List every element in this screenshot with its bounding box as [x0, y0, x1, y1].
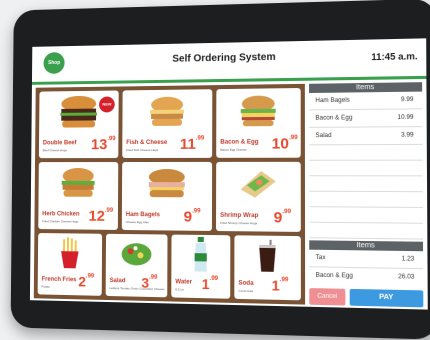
item-price: 13.99 — [90, 136, 116, 154]
water-bottle-icon — [194, 236, 207, 272]
fish-burger-icon — [150, 96, 185, 126]
new-badge: NEW — [99, 96, 115, 113]
app-header: Shop Self Ordering System 11:45 a.m. — [31, 38, 427, 85]
tablet-frame: Shop Self Ordering System 11:45 a.m. NEW… — [10, 0, 430, 340]
order-line[interactable]: Bacon & Egg 10.99 — [309, 109, 423, 128]
item-name: Water — [175, 279, 192, 286]
item-price: 9.99 — [273, 209, 292, 227]
item-price: 1.99 — [271, 276, 289, 294]
total-row: Bacon & Egg 26.03 — [309, 267, 423, 286]
menu-item-fish-cheese[interactable]: Fish & Cheese Fried Fish Cheese Hugs 11.… — [122, 89, 213, 159]
page-title: Self Ordering System — [172, 51, 276, 65]
menu-item-water[interactable]: Water 0.5 Ltr 1.99 — [171, 234, 231, 299]
fries-icon — [60, 237, 79, 269]
tax-label: Tax — [315, 254, 326, 262]
item-desc: Fried Chicken Cheese Hugs — [42, 219, 79, 224]
tax-value: 1.23 — [401, 256, 415, 263]
empty-order-line — [309, 144, 423, 161]
item-price: 11.99 — [179, 135, 205, 153]
empty-order-line — [309, 222, 423, 240]
order-panel: Items Ham Bagels 9.99 Bacon & Egg 10.99 … — [309, 82, 424, 308]
item-name: Double Beef — [42, 140, 77, 147]
item-price: 12.99 — [88, 207, 114, 225]
menu-item-shrimp-wrap[interactable]: Shrimp Wrap Fried Shrimp Cheese Hugs 9.9… — [216, 161, 301, 232]
order-line[interactable]: Ham Bagels 9.99 — [309, 91, 423, 111]
tax-row: Tax 1.23 — [309, 249, 424, 270]
item-name: Herb Chicken — [42, 211, 80, 218]
item-desc: Fried Fish Cheese Hugs — [126, 147, 159, 153]
order-item-name: Bacon & Egg — [315, 115, 353, 122]
item-name: Bacon & Egg — [220, 139, 259, 146]
item-desc: Cheese Egg Ham — [125, 220, 150, 225]
item-name: Fish & Cheese — [126, 139, 168, 147]
menu-item-soda[interactable]: Soda Coca Cola 1.99 — [234, 235, 301, 301]
clock: 11:45 a.m. — [371, 50, 418, 63]
item-desc: 0.5 Ltr — [175, 287, 184, 292]
order-item-price: 10.99 — [397, 114, 414, 122]
order-item-name: Ham Bagels — [315, 97, 350, 105]
sandwich-icon — [240, 95, 276, 127]
menu-item-salad[interactable]: Salad Lettuce Tomato Onion Cucumber Chee… — [105, 233, 168, 298]
item-name: French Fries — [41, 276, 77, 284]
pay-button[interactable]: PAY — [349, 288, 424, 308]
total-value: 26.03 — [398, 274, 415, 281]
empty-order-line — [309, 160, 423, 177]
menu-item-double-beef[interactable]: NEW Double Beef Beef Cheese Hugs 13.99 — [38, 90, 119, 159]
empty-order-line — [309, 207, 423, 224]
item-price: 1.99 — [201, 275, 219, 293]
item-price: 10.99 — [271, 135, 298, 153]
empty-order-line — [309, 191, 423, 208]
menu-item-herb-chicken[interactable]: Herb Chicken Fried Chicken Cheese Hugs 1… — [38, 162, 119, 230]
cancel-button[interactable]: Cancel — [309, 288, 346, 306]
item-desc: Beef Cheese Hugs — [42, 148, 67, 153]
item-name: Ham Bagels — [125, 211, 160, 219]
order-item-price: 3.99 — [401, 132, 414, 139]
bagel-icon — [148, 169, 185, 198]
burger-icon — [60, 95, 98, 128]
menu-item-bacon-egg[interactable]: Bacon & Egg Bacon Egg Cheese 10.99 — [216, 87, 301, 158]
chicken-burger-icon — [61, 168, 95, 197]
item-desc: Bacon Egg Cheese — [220, 147, 247, 152]
item-name: Shrimp Wrap — [220, 212, 259, 220]
menu-grid: NEW Double Beef Beef Cheese Hugs 13.99 F… — [33, 83, 306, 305]
item-desc: Potato — [41, 284, 50, 289]
screen: Shop Self Ordering System 11:45 a.m. NEW… — [29, 38, 428, 310]
item-desc: Coca Cola — [238, 288, 253, 294]
item-name: Salad — [109, 277, 126, 285]
item-desc: Fried Shrimp Cheese Hugs — [220, 220, 258, 226]
total-label: Bacon & Egg — [315, 272, 353, 280]
item-price: 2.99 — [78, 273, 95, 290]
order-item-name: Salad — [315, 132, 332, 140]
wrap-icon — [240, 171, 276, 198]
logo: Shop — [43, 52, 65, 74]
item-price: 3.99 — [141, 274, 158, 291]
item-name: Soda — [238, 280, 254, 287]
soda-cup-icon — [259, 239, 276, 272]
order-item-price: 9.99 — [400, 96, 414, 104]
salad-icon — [121, 243, 152, 266]
empty-order-line — [309, 176, 423, 193]
order-line[interactable]: Salad 3.99 — [309, 127, 423, 146]
menu-item-ham-bagels[interactable]: Ham Bagels Cheese Egg Ham 9.99 — [121, 161, 213, 231]
menu-item-french-fries[interactable]: French Fries Potato 2.99 — [37, 233, 103, 296]
item-price: 9.99 — [183, 208, 201, 226]
